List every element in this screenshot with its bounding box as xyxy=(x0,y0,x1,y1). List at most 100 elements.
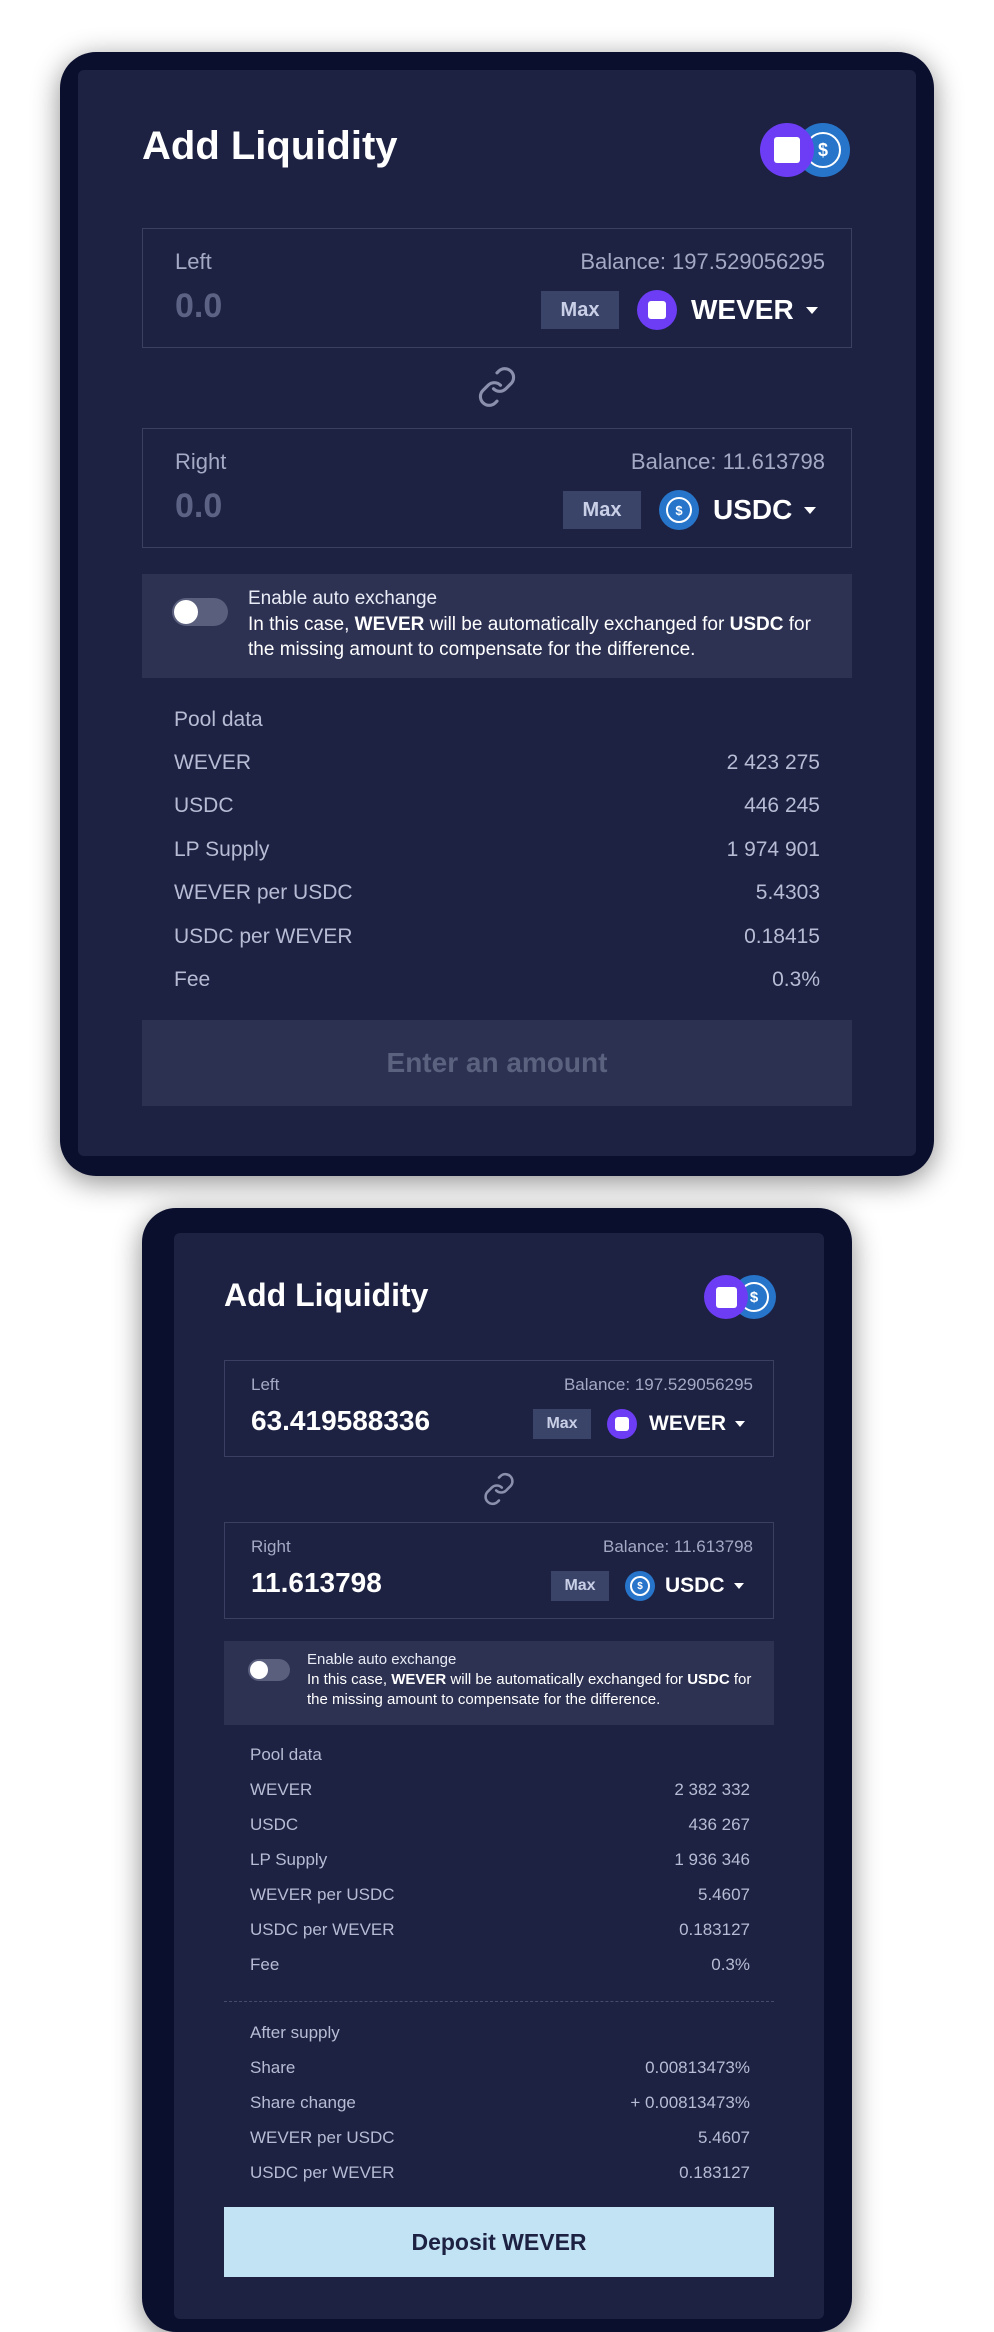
pool-row-label: LP Supply xyxy=(174,838,270,861)
link-icon xyxy=(484,1472,514,1506)
desc-middle: will be automatically exchanged for xyxy=(429,614,725,635)
left-label: Left xyxy=(251,1375,280,1394)
pool-row-value: 0.18415 xyxy=(744,925,820,948)
chevron-down-icon xyxy=(805,306,818,314)
pool-row-label: Fee xyxy=(250,1955,280,1974)
enter-amount-button[interactable]: Enter an amount xyxy=(142,1020,852,1106)
pool-row-value: 2 423 275 xyxy=(726,751,820,774)
page-title: Add Liquidity xyxy=(142,124,398,168)
right-amount-field[interactable]: Right Balance: 11.613798 0.0 Max $ USDC xyxy=(142,428,852,548)
pool-row-label: WEVER xyxy=(250,1780,313,1799)
after-row-value: 5.4607 xyxy=(698,2128,750,2147)
right-token-select[interactable]: $ USDC xyxy=(659,489,817,531)
desc-prefix: In this case, xyxy=(248,614,350,635)
pool-data-heading: Pool data xyxy=(250,1745,322,1764)
auto-exchange-panel: Enable auto exchange In this case, WEVER… xyxy=(142,574,852,678)
pool-row-value: 2 382 332 xyxy=(674,1780,750,1799)
after-row-value: + 0.00813473% xyxy=(630,2093,750,2112)
right-amount-input[interactable]: 11.613798 xyxy=(251,1567,382,1599)
page-title: Add Liquidity xyxy=(224,1277,429,1313)
pool-row-value: 5.4303 xyxy=(755,881,820,904)
wever-token-icon xyxy=(607,1409,637,1439)
right-amount-field[interactable]: Right Balance: 11.613798 11.613798 Max $… xyxy=(224,1522,774,1619)
panel-1-card: Add Liquidity $ Left Balance: 197.529056… xyxy=(78,70,916,1156)
right-token-name: USDC xyxy=(665,1574,725,1597)
desc-prefix: In this case, xyxy=(307,1671,388,1688)
desc-middle: will be automatically exchanged for xyxy=(450,1671,684,1688)
auto-exchange-title: Enable auto exchange xyxy=(307,1651,457,1668)
left-amount-input[interactable]: 0.0 xyxy=(175,287,222,326)
pool-row-label: LP Supply xyxy=(250,1850,328,1869)
left-token-select[interactable]: WEVER xyxy=(637,289,818,331)
pool-row-label: USDC per WEVER xyxy=(250,1920,395,1939)
pair-logos: $ xyxy=(704,1273,784,1323)
left-token-name: WEVER xyxy=(691,294,794,325)
after-row-value: 0.183127 xyxy=(679,2163,750,2182)
panel-2-card: Add Liquidity $ Left Balance: 197.529056… xyxy=(174,1233,824,2319)
right-max-button[interactable]: Max xyxy=(563,491,641,529)
right-label: Right xyxy=(251,1537,291,1556)
deposit-button[interactable]: Deposit WEVER xyxy=(224,2207,774,2277)
right-token-name: USDC xyxy=(713,494,793,525)
auto-exchange-toggle[interactable] xyxy=(172,598,228,626)
auto-exchange-description: In this case, WEVER will be automaticall… xyxy=(248,612,838,662)
auto-exchange-panel: Enable auto exchange In this case, WEVER… xyxy=(224,1641,774,1725)
right-label: Right xyxy=(175,449,227,474)
pool-row-value: 0.3% xyxy=(711,1955,750,1974)
right-amount-input[interactable]: 0.0 xyxy=(175,487,222,526)
pool-row-value: 1 936 346 xyxy=(674,1850,750,1869)
chevron-down-icon xyxy=(804,506,817,514)
pool-row-label: WEVER per USDC xyxy=(250,1885,395,1904)
pool-row-value: 5.4607 xyxy=(698,1885,750,1904)
toggle-knob xyxy=(250,1661,268,1679)
toggle-knob xyxy=(174,600,198,624)
pool-row-label: Fee xyxy=(174,968,211,991)
wever-token-icon xyxy=(760,123,814,177)
pair-logos: $ xyxy=(760,120,860,180)
desc-token-to: USDC xyxy=(687,1671,730,1688)
left-amount-input[interactable]: 63.419588336 xyxy=(251,1405,430,1437)
after-row-label: WEVER per USDC xyxy=(250,2128,395,2147)
right-token-select[interactable]: $ USDC xyxy=(625,1569,744,1603)
pool-row-value: 436 267 xyxy=(688,1815,750,1834)
wever-token-icon xyxy=(704,1275,748,1319)
pool-row-label: USDC xyxy=(250,1815,299,1834)
auto-exchange-toggle[interactable] xyxy=(248,1659,290,1681)
left-max-button[interactable]: Max xyxy=(541,291,619,329)
left-balance: Balance: 197.529056295 xyxy=(580,249,825,274)
usdc-token-icon: $ xyxy=(659,490,699,530)
left-amount-field[interactable]: Left Balance: 197.529056295 63.419588336… xyxy=(224,1360,774,1457)
after-row-label: Share change xyxy=(250,2093,356,2112)
desc-token-from: WEVER xyxy=(391,1671,447,1688)
pool-row-label: WEVER per USDC xyxy=(174,881,353,904)
left-token-select[interactable]: WEVER xyxy=(607,1407,746,1441)
section-divider xyxy=(224,2001,774,2002)
pool-row-value: 446 245 xyxy=(744,794,820,817)
left-max-button[interactable]: Max xyxy=(533,1409,591,1439)
pool-row-label: USDC per WEVER xyxy=(174,925,353,948)
chevron-down-icon xyxy=(735,1421,746,1427)
pool-row-value: 0.183127 xyxy=(679,1920,750,1939)
link-icon xyxy=(478,367,516,407)
right-balance: Balance: 11.613798 xyxy=(603,1537,753,1556)
right-balance: Balance: 11.613798 xyxy=(630,449,825,474)
pool-row-label: USDC xyxy=(174,794,234,817)
left-balance: Balance: 197.529056295 xyxy=(563,1375,753,1394)
pool-data-heading: Pool data xyxy=(174,708,263,731)
left-label: Left xyxy=(175,249,212,274)
chevron-down-icon xyxy=(733,1583,744,1589)
pool-row-label: WEVER xyxy=(174,751,252,774)
auto-exchange-title: Enable auto exchange xyxy=(248,588,438,609)
wever-token-icon xyxy=(637,290,677,330)
pool-row-value: 0.3% xyxy=(772,968,820,991)
left-token-name: WEVER xyxy=(649,1412,727,1435)
pool-row-value: 1 974 901 xyxy=(726,838,820,861)
after-row-label: USDC per WEVER xyxy=(250,2163,395,2182)
desc-token-from: WEVER xyxy=(354,614,425,635)
right-max-button[interactable]: Max xyxy=(551,1571,609,1601)
usdc-token-icon: $ xyxy=(625,1571,655,1601)
desc-token-to: USDC xyxy=(729,614,784,635)
after-row-label: Share xyxy=(250,2058,296,2077)
after-supply-heading: After supply xyxy=(250,2023,340,2042)
left-amount-field[interactable]: Left Balance: 197.529056295 0.0 Max WEVE… xyxy=(142,228,852,348)
